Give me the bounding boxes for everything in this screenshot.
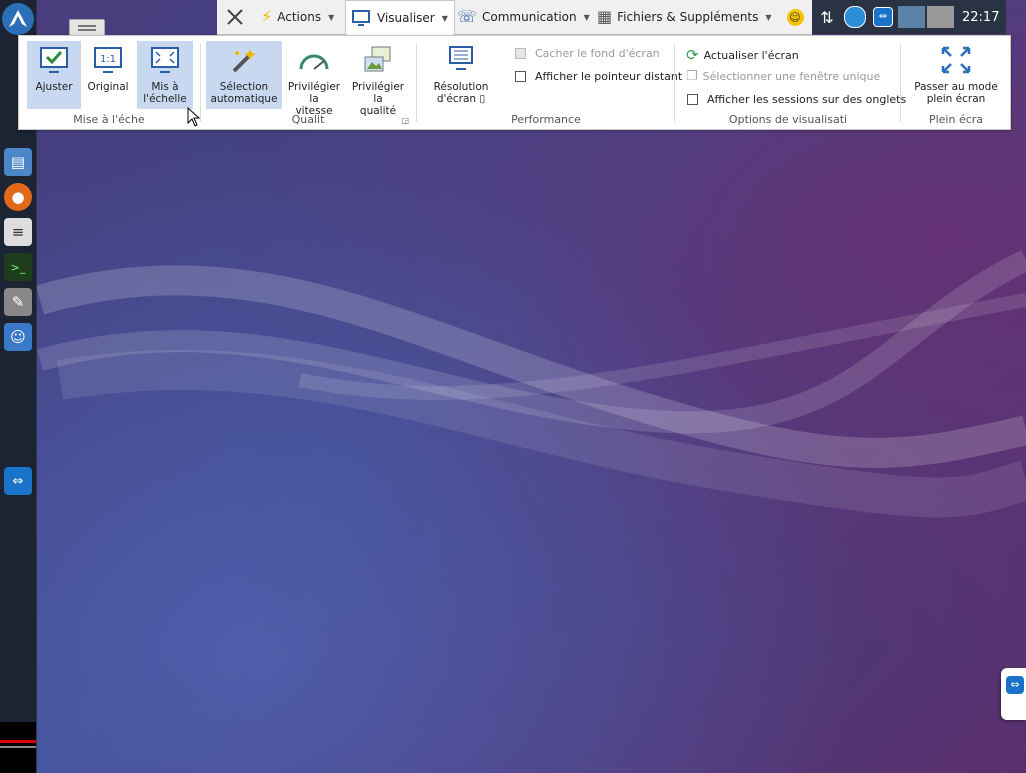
user-admin-icon[interactable]: ☺ xyxy=(4,323,32,351)
close-icon xyxy=(227,9,243,25)
group-quality: Sélection automatique Privilégier la vit… xyxy=(203,36,413,129)
monitor-icon xyxy=(352,10,370,26)
teamviewer-dock-icon[interactable]: ⇔ xyxy=(4,467,32,495)
tab-fichiers[interactable]: ▦ Fichiers & Suppléments ▼ xyxy=(591,0,778,34)
divider xyxy=(674,44,675,122)
system-tray: ⇅ ⇔ 22:17 xyxy=(812,0,1006,34)
group-fullscreen: Passer au mode plein écran Plein écra xyxy=(903,36,1009,129)
divider xyxy=(900,44,901,122)
firefox-icon[interactable]: ● xyxy=(4,183,32,211)
group-label-performance: Performance xyxy=(511,113,581,126)
divider xyxy=(416,44,417,122)
refresh-icon: ⟳ xyxy=(686,46,699,64)
original-size-icon: 1:1 xyxy=(94,47,122,73)
group-scaling: Ajuster 1:1 Original Mis à l'échelle Mis… xyxy=(19,36,199,129)
workspace-1[interactable] xyxy=(898,6,925,28)
workspace-2[interactable] xyxy=(927,6,954,28)
phone-icon: ☏ xyxy=(457,7,478,26)
show-remote-cursor-checkbox[interactable]: Afficher le pointeur distant xyxy=(515,70,682,83)
scale-icon xyxy=(151,47,179,73)
tab-actions[interactable]: ⚡ Actions ▼ xyxy=(255,0,340,34)
remote-toolbar: ⚡ Actions ▼ Visualiser ▼ ☏ Communication ▼ … xyxy=(217,0,812,35)
fullscreen-button[interactable]: Passer au mode plein écran xyxy=(909,41,1003,109)
text-editor-icon[interactable]: ≡ xyxy=(4,218,32,246)
tab-visualiser[interactable]: Visualiser ▼ xyxy=(345,0,455,35)
clock: 22:17 xyxy=(962,9,1000,25)
settings-icon[interactable]: ✎ xyxy=(4,288,32,316)
svg-text:1:1: 1:1 xyxy=(100,54,116,65)
network-icon[interactable]: ⇅ xyxy=(814,4,840,30)
mouse-cursor xyxy=(187,107,201,127)
prefer-quality-button[interactable]: Privilégier la qualité xyxy=(347,41,409,117)
group-dialog-launcher-icon[interactable]: ◲ xyxy=(401,116,409,125)
fit-screen-icon xyxy=(40,47,68,73)
fullscreen-arrows-icon xyxy=(941,46,971,74)
feedback-button[interactable]: ☺ xyxy=(779,0,811,34)
ajuster-button[interactable]: Ajuster xyxy=(27,41,81,109)
workspace-indicator xyxy=(0,722,36,773)
resolution-icon xyxy=(449,46,473,70)
window-icon: ❐ xyxy=(686,69,698,84)
smiley-icon: ☺ xyxy=(786,8,804,26)
teamviewer-tray-icon[interactable]: ⇔ xyxy=(870,4,896,30)
sessions-in-tabs-checkbox[interactable]: Afficher les sessions sur des onglets xyxy=(687,93,906,106)
screen-resolution-button[interactable]: Résolution d'écran ▯ xyxy=(429,41,493,109)
terminal-icon[interactable]: >_ xyxy=(4,253,32,281)
group-label-fullscreen: Plein écra xyxy=(928,113,984,126)
select-single-window-button[interactable]: ❐ Sélectionner une fenêtre unique xyxy=(686,69,880,84)
teamviewer-icon: ⇔ xyxy=(1006,676,1024,694)
visualiser-ribbon: Ajuster 1:1 Original Mis à l'échelle Mis… xyxy=(18,35,1011,130)
group-performance: Résolution d'écran ▯ Cacher le fond d'éc… xyxy=(419,36,682,129)
app-menu-icon[interactable] xyxy=(2,3,34,35)
group-label-quality: Qualit xyxy=(291,113,325,126)
browser-tray-icon[interactable] xyxy=(842,4,868,30)
group-view-options: ⟳ Actualiser l'écran ❐ Sélectionner une … xyxy=(677,36,906,129)
original-button[interactable]: 1:1 Original xyxy=(83,41,133,109)
teamviewer-side-panel[interactable]: ⇔ xyxy=(1001,668,1026,720)
lightning-icon: ⚡ xyxy=(261,7,273,26)
hide-wallpaper-checkbox[interactable]: Cacher le fond d'écran xyxy=(515,47,660,60)
auto-select-button[interactable]: Sélection automatique xyxy=(206,41,282,109)
refresh-screen-button[interactable]: ⟳ Actualiser l'écran xyxy=(686,46,799,64)
image-quality-icon xyxy=(364,46,391,72)
speed-gauge-icon xyxy=(299,54,329,70)
tab-communication[interactable]: ☏ Communication ▼ xyxy=(451,0,596,34)
file-manager-icon[interactable]: ▤ xyxy=(4,148,32,176)
group-label-scaling: Mise à l'éche xyxy=(73,113,145,126)
scaled-button[interactable]: Mis à l'échelle xyxy=(137,41,193,109)
group-label-view-options: Options de visualisati xyxy=(728,113,848,126)
files-icon: ▦ xyxy=(597,7,613,26)
prefer-speed-button[interactable]: Privilégier la vitesse xyxy=(283,41,345,117)
close-session-button[interactable] xyxy=(217,0,253,34)
magic-wand-icon xyxy=(232,49,256,73)
